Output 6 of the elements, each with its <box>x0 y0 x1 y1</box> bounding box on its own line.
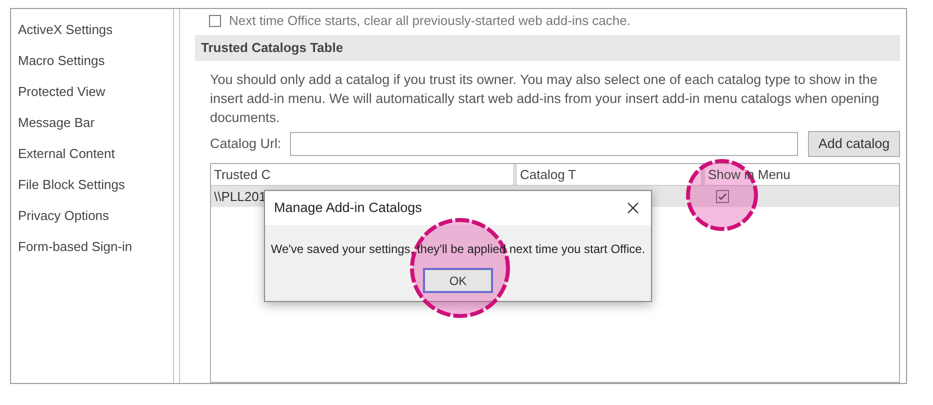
dialog-title: Manage Add-in Catalogs <box>274 198 422 217</box>
checkbox-label: Next time Office starts, clear all previously-started web add-ins cache. <box>229 12 630 30</box>
table-cell-text: \\PLL201 <box>213 188 268 206</box>
section-header: Trusted Catalogs Table <box>195 35 900 61</box>
description: You should only add a catalog if you trust its owner. You may also select one of each catalog type to show in the insert add-in menu. We will automatically start web add-ins from your insert add-in menu catalogs when opening documents. <box>209 71 880 127</box>
catalog-url-label: Catalog Url: <box>210 134 282 153</box>
